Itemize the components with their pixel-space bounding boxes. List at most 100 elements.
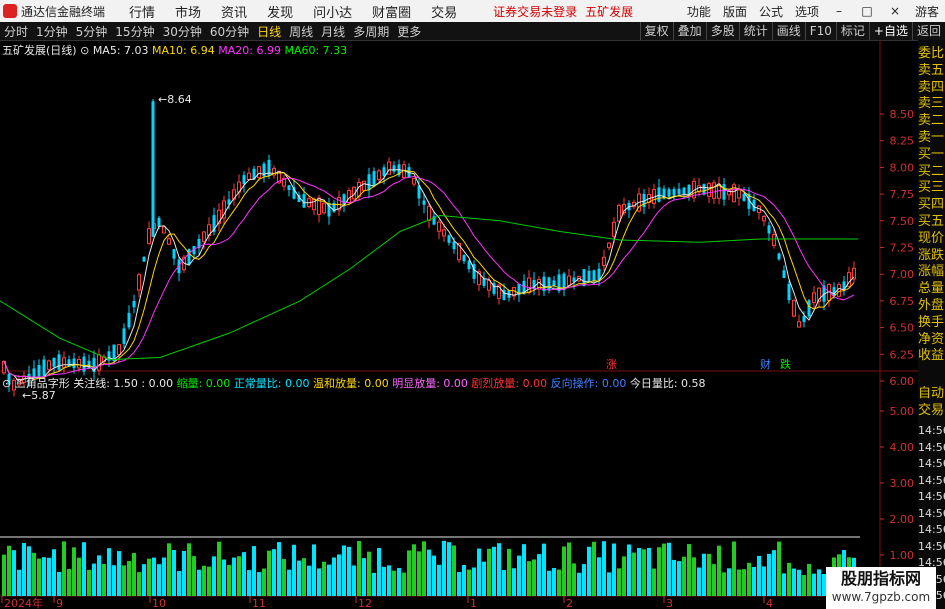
- candle-body: [127, 312, 131, 328]
- close-icon[interactable]: ×: [887, 4, 903, 18]
- tab-period-monthly[interactable]: 月线: [321, 23, 345, 40]
- tab-period-15min[interactable]: 15分钟: [115, 23, 154, 40]
- volume-ratio-bar: [82, 542, 86, 596]
- volume-ratio-bar: [662, 543, 666, 596]
- volume-ratio-bar: [482, 561, 486, 596]
- menu-gongneng[interactable]: 功能: [687, 3, 711, 20]
- menu-item-jiaoyi[interactable]: 交易: [431, 2, 457, 21]
- volume-ratio-bar: [727, 568, 731, 596]
- volume-ratio-bar: [317, 568, 321, 596]
- candle-body: [667, 189, 671, 197]
- candle-body: [367, 174, 371, 191]
- indicator-reverse: 反向操作: 0.00: [550, 377, 627, 390]
- volume-ratio-bar: [277, 542, 281, 596]
- volume-ratio-bar: [792, 568, 796, 596]
- tab-period-weekly[interactable]: 周线: [289, 23, 313, 40]
- vol-tick-label: 5.00: [890, 405, 915, 418]
- tab-period-fenshi[interactable]: 分时: [4, 23, 28, 40]
- menu-gongshi[interactable]: 公式: [759, 3, 783, 20]
- volume-ratio-bar: [737, 569, 741, 596]
- maximize-icon[interactable]: □: [859, 4, 875, 18]
- volume-ratio-bar: [267, 550, 271, 596]
- duogu-button[interactable]: 多股: [705, 22, 739, 40]
- volume-ratio-bar: [497, 543, 501, 596]
- tab-period-5min[interactable]: 5分钟: [76, 23, 108, 40]
- volume-ratio-bar: [157, 564, 161, 596]
- candle-body: [612, 221, 616, 237]
- volume-ratio-bar: [712, 564, 716, 596]
- tab-period-multi[interactable]: 多周期: [353, 23, 389, 40]
- ma60-line: [0, 214, 858, 361]
- watermark: 股朋指标网 www.7gpzb.com: [826, 567, 936, 609]
- volume-ratio-bar: [27, 546, 31, 596]
- menu-item-wenxiaoda[interactable]: 问小达: [313, 2, 352, 21]
- volume-ratio-bar: [407, 550, 411, 596]
- volume-ratio-bar: [667, 542, 671, 596]
- volume-ratio-bar: [187, 543, 191, 596]
- volume-ratio-bar: [202, 565, 206, 596]
- volume-ratio-bar: [42, 557, 46, 596]
- user-guest[interactable]: 游客: [915, 3, 939, 20]
- candle-body: [372, 171, 376, 187]
- candle-body: [482, 278, 486, 286]
- huaxian-button[interactable]: 画线: [771, 22, 805, 40]
- tongji-button[interactable]: 统计: [738, 22, 772, 40]
- candle-body: [607, 242, 611, 249]
- volume-ratio-bar: [777, 541, 781, 596]
- menu-banmian[interactable]: 版面: [723, 3, 747, 20]
- side-label-trade[interactable]: 交易: [918, 403, 945, 419]
- candle-body: [767, 225, 771, 234]
- side-label: 收益: [918, 348, 945, 364]
- menu-item-zixun[interactable]: 资讯: [221, 2, 247, 21]
- candle-body: [202, 231, 206, 243]
- menu-xuanxiang[interactable]: 选项: [795, 3, 819, 20]
- tab-period-60min[interactable]: 60分钟: [210, 23, 249, 40]
- tab-period-more[interactable]: 更多: [397, 23, 421, 40]
- indicator-normal: 正常量比: 0.00: [233, 377, 310, 390]
- candle-body: [797, 321, 801, 328]
- candle-body: [812, 292, 816, 303]
- side-label-trade[interactable]: 自动: [918, 386, 945, 402]
- tab-period-1min[interactable]: 1分钟: [36, 23, 68, 40]
- chart-toggle-icon[interactable]: ⊙: [80, 44, 89, 57]
- side-label: 现价: [918, 230, 945, 246]
- back-button[interactable]: 返回: [911, 22, 945, 40]
- price-tick-label: 8.50: [890, 108, 915, 121]
- volume-ratio-bar: [282, 559, 286, 596]
- ma20-value: MA20: 6.99: [218, 44, 281, 57]
- volume-ratio-bar: [607, 572, 611, 596]
- candle-body: [837, 284, 841, 297]
- diejia-button[interactable]: 叠加: [672, 22, 706, 40]
- add-watchlist-button[interactable]: +自选: [868, 22, 912, 40]
- volume-ratio-bar: [372, 572, 376, 596]
- menu-item-shichang[interactable]: 市场: [175, 2, 201, 21]
- indicator-toggle-icon[interactable]: ⊙: [2, 377, 11, 390]
- kline-chart[interactable]: 8.50 8.25 8.00 7.75 7.50 7.25 7.00 6.75 6.50 6.25…: [0, 40, 918, 609]
- side-time: 14:56: [918, 523, 945, 536]
- volume-ratio-bar: [442, 540, 446, 596]
- minimize-icon[interactable]: –: [831, 4, 847, 18]
- menu-item-faxian[interactable]: 发现: [267, 2, 293, 21]
- side-time: 14:56: [918, 539, 945, 553]
- volume-ratio-bar: [222, 559, 226, 596]
- volume-ratio-bar: [437, 564, 441, 596]
- menu-item-hangqing[interactable]: 行情: [129, 2, 155, 21]
- volume-ratio-bar: [642, 549, 646, 596]
- date-tick-label: 9: [56, 597, 63, 609]
- login-alert[interactable]: 证券交易未登录: [493, 3, 577, 20]
- period-toolbar: 分时 1分钟 5分钟 15分钟 30分钟 60分钟 日线 周线 月线 多周期 更…: [0, 22, 945, 41]
- tab-period-daily[interactable]: 日线: [257, 23, 281, 40]
- indicator-suoliang: 缩量: 0.00: [176, 377, 231, 390]
- biaoji-button[interactable]: 标记: [835, 22, 869, 40]
- fuquan-button[interactable]: 复权: [639, 22, 673, 40]
- volume-ratio-bar: [167, 543, 171, 596]
- f10-button[interactable]: F10: [804, 22, 836, 40]
- candle-body: [322, 202, 326, 214]
- menu-item-caifuquan[interactable]: 财富圈: [372, 2, 411, 21]
- date-tick-label: 2024年: [4, 596, 43, 609]
- tab-period-30min[interactable]: 30分钟: [163, 23, 202, 40]
- volume-ratio-bar: [122, 565, 126, 596]
- indicator-name[interactable]: 三角品字形: [15, 377, 70, 390]
- candle-body: [52, 357, 56, 367]
- candle-body: [777, 253, 781, 260]
